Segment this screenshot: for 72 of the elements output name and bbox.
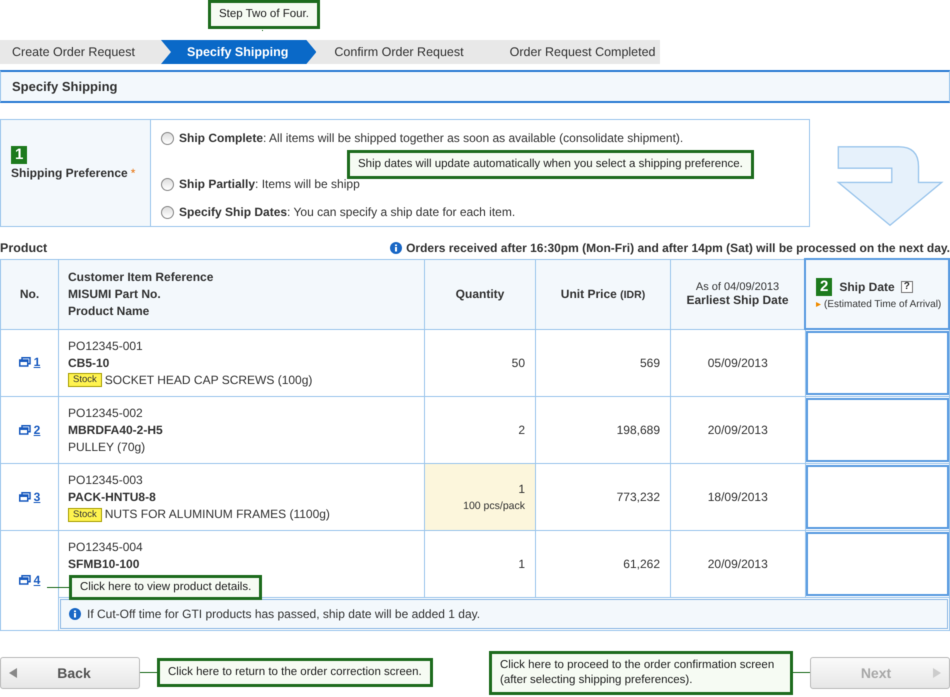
right-triangle-icon — [933, 668, 941, 678]
table-cell: 20/09/2013 — [670, 530, 805, 598]
radio-button[interactable] — [161, 178, 174, 190]
notice-text: Orders received after 16:30pm (Mon-Fri) and after 14pm (Sat) will be processed on the next day. — [406, 241, 950, 255]
quantity-cell: 1 100 pcs/pack — [424, 464, 536, 530]
product-link[interactable]: 2 — [18, 422, 40, 436]
table-cell-text: PO12345-001 — [68, 338, 144, 354]
quantity-cell: 1 — [424, 530, 536, 598]
back-button[interactable]: Back — [0, 656, 140, 689]
table-cell-text: PACK-HNTU8-8 — [68, 489, 157, 506]
table-cell: 20/09/2013 — [670, 396, 805, 464]
left-triangle-icon — [9, 668, 17, 678]
table-cell: 773,232 — [536, 464, 670, 530]
table-cell: 61,262 — [536, 530, 670, 598]
step-number: 1 — [11, 146, 28, 164]
progress-step: Confirm Order Request — [316, 40, 486, 64]
quantity-cell: 50 — [424, 329, 536, 396]
ship-date-field[interactable] — [806, 398, 948, 462]
info-icon — [69, 608, 81, 620]
product-link[interactable]: 1 — [18, 355, 40, 370]
stock-tag: Stock — [68, 508, 102, 522]
table-cell: NUTS FOR ALUMINUM FRAMES (1100g) — [104, 506, 330, 523]
radio-button[interactable] — [161, 132, 174, 144]
column-header: Earliest Ship Date — [685, 293, 790, 307]
hint-text: (Estimated Time of Arrival) — [824, 299, 942, 310]
callout: Ship dates will update automatically when you select a shipping preference. — [347, 150, 754, 179]
as-of-date: As of 04/09/2013 — [694, 281, 780, 293]
option-label[interactable]: Ship Partially: Items will be shipp — [179, 177, 360, 191]
table-cell: SOCKET HEAD CAP SCREWS (100g) — [104, 372, 312, 388]
table-cell: 198,689 — [536, 396, 670, 464]
column-header: Ship Date — [839, 280, 895, 294]
column-header: No. — [0, 259, 58, 329]
required-mark: * — [130, 166, 136, 180]
ship-date-field[interactable] — [806, 465, 948, 529]
table-cell: 05/09/2013 — [670, 329, 805, 396]
table-cell-text: PO12345-004 — [68, 539, 144, 556]
note-text: If Cut-Off time for GTI products has passed, ship date will be added 1 day. — [87, 607, 480, 621]
callout: Click here to view product details. — [69, 575, 262, 600]
table-cell-text: MBRDFA40-2-H5 — [68, 422, 164, 439]
help-icon[interactable]: ? — [900, 281, 913, 293]
column-header: Product Name — [68, 302, 150, 320]
info-icon — [390, 242, 402, 254]
table-cell: 569 — [536, 329, 670, 396]
section-heading: Product — [0, 241, 48, 255]
ship-date-field[interactable] — [806, 532, 948, 596]
product-link[interactable]: 4 — [18, 573, 40, 587]
option-label[interactable]: Ship Complete: All items will be shipped together as soon as available (consolidate shipment). — [179, 131, 684, 145]
option-label[interactable]: Specify Ship Dates: You can specify a ship date for each item. — [179, 205, 516, 219]
column-header: Quantity — [424, 259, 536, 329]
section-header: Specify Shipping — [0, 70, 950, 103]
ship-date-field[interactable] — [806, 331, 948, 395]
table-cell: 18/09/2013 — [670, 464, 805, 530]
callout: Step Two of Four. — [208, 0, 320, 29]
table-cell-text: CB5-10 — [68, 354, 110, 372]
table-cell-text: PO12345-003 — [68, 472, 144, 489]
progress-step: Order Request Completed — [486, 40, 678, 64]
column-header: Customer Item Reference — [68, 268, 214, 286]
callout: Click here to return to the order correction screen. — [157, 658, 433, 688]
product-link[interactable]: 3 — [18, 490, 40, 504]
table-cell-text: PO12345-002 — [68, 405, 144, 422]
radio-button[interactable] — [161, 206, 174, 218]
table-cell: PULLEY (70g) — [68, 439, 146, 456]
stock-tag: Stock — [68, 373, 102, 387]
column-header: Unit Price (IDR) — [560, 287, 646, 301]
progress-step: Create Order Request — [0, 40, 157, 64]
table-cell-text: SFMB10-100 — [68, 556, 140, 573]
field-label: Shipping Preference — [11, 166, 128, 180]
step-number: 2 — [816, 278, 832, 296]
bullet-icon — [816, 302, 821, 307]
column-header: MISUMI Part No. — [68, 286, 162, 302]
progress-step: Specify Shipping — [160, 40, 316, 64]
callout: Click here to proceed to the order confirmation screen (after selecting shipping preferences). — [489, 651, 793, 695]
